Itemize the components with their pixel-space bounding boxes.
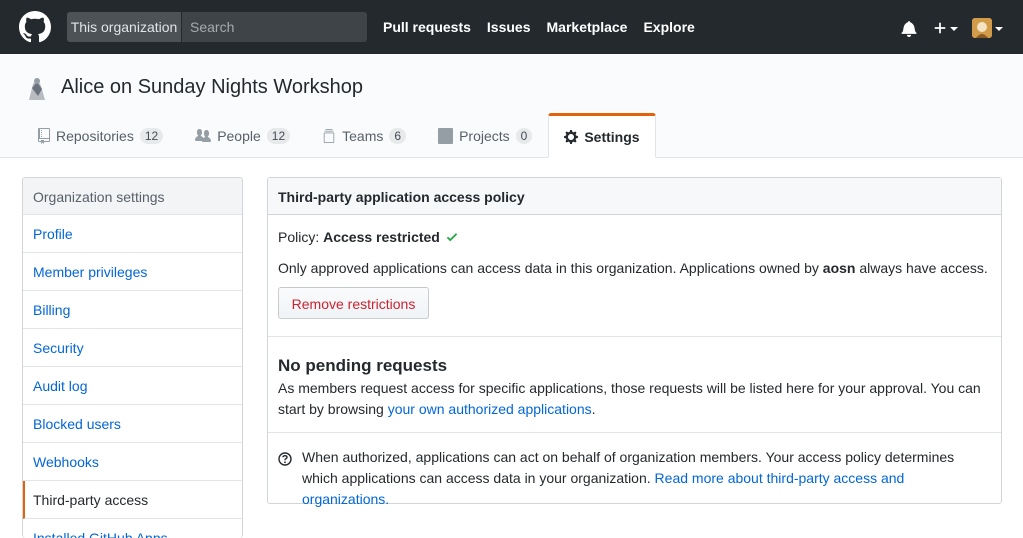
tab-projects[interactable]: Projects 0 xyxy=(422,113,548,158)
tab-people[interactable]: People 12 xyxy=(179,113,306,158)
sidebar-heading: Organization settings xyxy=(23,178,242,215)
policy-label: Policy: xyxy=(278,229,320,245)
tab-label: Teams xyxy=(342,127,384,144)
chevron-down-icon xyxy=(950,27,958,31)
desc-text-end: always have access. xyxy=(855,260,988,276)
third-party-policy-box: Third-party application access policy Po… xyxy=(267,177,1002,507)
avatar xyxy=(972,18,992,38)
sidebar-item-audit-log[interactable]: Audit log xyxy=(23,367,242,405)
desc-text: Only approved applications can access da… xyxy=(278,260,823,276)
sidebar-item-blocked-users[interactable]: Blocked users xyxy=(23,405,242,443)
pending-description: As members request access for specific a… xyxy=(278,378,993,420)
policy-status: Policy: Access restricted xyxy=(278,229,458,245)
tab-label: Repositories xyxy=(56,127,134,144)
pending-text-end: . xyxy=(591,401,596,417)
project-icon xyxy=(438,127,454,144)
header-nav: Pull requests Issues Marketplace Explore xyxy=(383,0,711,54)
teams-count-badge: 6 xyxy=(389,127,407,144)
nav-explore[interactable]: Explore xyxy=(643,19,694,35)
user-menu-button[interactable] xyxy=(972,18,1003,38)
org-tabs: Repositories 12 People 12 Teams 6 Projec… xyxy=(22,113,656,158)
info-note: When authorized, applications can act on… xyxy=(302,447,992,510)
tab-repositories[interactable]: Repositories 12 xyxy=(22,113,179,158)
people-icon xyxy=(195,128,212,142)
bell-icon xyxy=(901,20,917,37)
sidebar-item-installed-apps[interactable]: Installed GitHub Apps xyxy=(23,519,242,538)
teams-icon xyxy=(323,128,335,143)
tab-label: People xyxy=(217,127,261,144)
policy-value: Access restricted xyxy=(323,229,440,245)
question-icon xyxy=(278,452,292,466)
create-new-button[interactable] xyxy=(933,21,958,35)
box-title: Third-party application access policy xyxy=(268,178,1001,215)
people-count-badge: 12 xyxy=(266,127,291,144)
header-actions xyxy=(889,14,1003,42)
tab-teams[interactable]: Teams 6 xyxy=(306,113,422,158)
info-note-row: When authorized, applications can act on… xyxy=(268,433,1001,507)
sidebar-item-member-privileges[interactable]: Member privileges xyxy=(23,253,242,291)
pending-text: As members request access for specific a… xyxy=(278,380,981,417)
search-scope-badge[interactable]: This organization xyxy=(67,12,182,42)
sidebar-item-third-party-access[interactable]: Third-party access xyxy=(23,481,242,519)
authorized-apps-link[interactable]: your own authorized applications xyxy=(388,401,592,417)
search-box: This organization xyxy=(67,12,367,42)
repo-count-badge: 12 xyxy=(139,127,164,144)
repo-icon xyxy=(38,127,50,144)
org-name[interactable]: Alice on Sunday Nights Workshop xyxy=(61,76,363,99)
nav-marketplace[interactable]: Marketplace xyxy=(547,19,628,35)
search-input[interactable] xyxy=(182,12,367,42)
sidebar-item-billing[interactable]: Billing xyxy=(23,291,242,329)
sidebar-item-webhooks[interactable]: Webhooks xyxy=(23,443,242,481)
nav-pull-requests[interactable]: Pull requests xyxy=(383,19,471,35)
chevron-down-icon xyxy=(995,27,1003,31)
policy-row: Policy: Access restricted Only approved … xyxy=(268,215,1001,337)
remove-restrictions-button[interactable]: Remove restrictions xyxy=(278,287,429,319)
pending-title: No pending requests xyxy=(278,356,448,375)
tab-label: Settings xyxy=(584,128,640,145)
owner-name: aosn xyxy=(822,260,856,276)
org-avatar[interactable] xyxy=(23,74,51,102)
tab-label: Projects xyxy=(459,127,510,144)
org-header: Alice on Sunday Nights Workshop Reposito… xyxy=(0,54,1023,158)
top-header: This organization Pull requests Issues M… xyxy=(0,0,1023,54)
policy-description: Only approved applications can access da… xyxy=(278,260,988,276)
plus-icon xyxy=(934,22,946,34)
sidebar-item-profile[interactable]: Profile xyxy=(23,215,242,253)
pending-requests-row: No pending requests As members request a… xyxy=(268,337,1001,433)
github-logo-icon[interactable] xyxy=(19,11,51,43)
settings-sidebar: Organization settings Profile Member pri… xyxy=(22,177,243,538)
gear-icon xyxy=(564,129,579,144)
notifications-button[interactable] xyxy=(901,20,917,37)
projects-count-badge: 0 xyxy=(515,127,533,144)
tab-settings[interactable]: Settings xyxy=(548,113,656,158)
check-icon xyxy=(446,233,458,242)
nav-issues[interactable]: Issues xyxy=(487,19,531,35)
sidebar-item-security[interactable]: Security xyxy=(23,329,242,367)
